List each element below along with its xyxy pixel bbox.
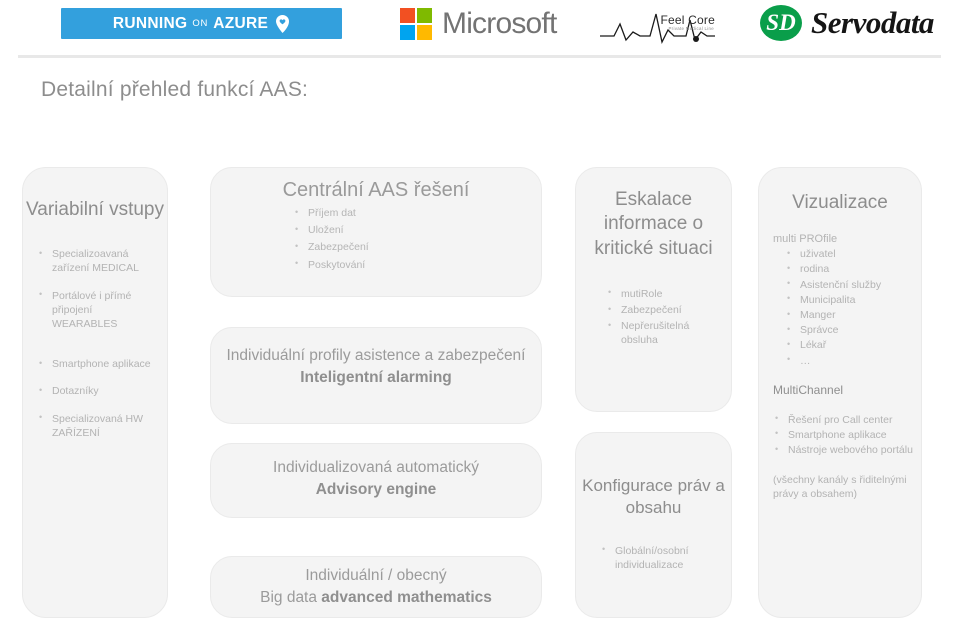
servodata-wordmark: Servodata <box>811 5 934 40</box>
feel-core-tagline: Private Medical Line <box>668 26 714 31</box>
box-bigdata-line2: Big data advanced mathematics <box>211 587 541 609</box>
box-advisory-engine: Individualizovaná automatický Advisory e… <box>210 443 542 518</box>
running-on-azure-badge: RUNNING ON AZURE <box>61 8 342 39</box>
list-item: Globální/osobní individualizace <box>600 543 723 572</box>
microsoft-logo: Microsoft <box>400 8 557 40</box>
list-item: Uložení <box>293 223 541 237</box>
feel-core-logo: Feel Core Private Medical Line <box>600 6 715 46</box>
panel-config-list: Globální/osobní individualizace <box>600 543 723 572</box>
list-item: Portálové i přímé připojení WEARABLES <box>37 288 157 332</box>
slide-canvas: RUNNING ON AZURE Microsoft Feel Core Pri… <box>0 0 959 626</box>
list-item: Smartphone aplikace <box>37 357 157 371</box>
multi-profile-list: uživatel rodina Asistenční služby Munici… <box>785 247 913 367</box>
panel-visual-title: Vizualizace <box>792 192 888 213</box>
panel-variable-inputs: Variabilní vstupy Specializoavaná zaříze… <box>22 167 168 618</box>
multichannel-heading: MultiChannel <box>773 382 844 397</box>
panel-configuration: Konfigurace práv a obsahu Globální/osobn… <box>575 432 732 618</box>
box-central-aas-solution: Centrální AAS řešení Příjem dat Uložení … <box>210 167 542 297</box>
feel-core-wordmark: Feel Core <box>660 13 715 27</box>
multichannel-list: Řešení pro Call center Smartphone aplika… <box>773 412 913 458</box>
box-assistance-profiles: Individuální profily asistence a zabezpe… <box>210 327 542 424</box>
panel-escalation: Eskalace informace o kritické situaci mu… <box>575 167 732 412</box>
list-item: Zabezpečení <box>293 240 541 254</box>
box-advisory-line1: Individualizovaná automatický <box>273 459 479 476</box>
list-item: Municipalita <box>785 292 913 307</box>
azure-badge-word-azure: AZURE <box>213 14 269 32</box>
panel-escalation-title: Eskalace informace o kritické situaci <box>594 189 713 259</box>
list-item: … <box>785 353 913 368</box>
box-bigdata-line2-normal: Big data <box>260 589 322 607</box>
list-item: mutiRole <box>606 286 723 301</box>
box-bigdata-text: Individuální / obecný Big data advanced … <box>211 565 541 610</box>
panel-inputs-title: Variabilní vstupy <box>26 199 164 220</box>
box-advisory-line2: Advisory engine <box>315 481 437 499</box>
azure-badge-word-on: ON <box>192 18 209 29</box>
list-item: Dotazníky <box>37 384 157 398</box>
servodata-mark-icon: SD <box>760 5 802 41</box>
page-title: Detailní přehled funkcí AAS: <box>41 78 309 101</box>
list-item: Zabezpečení <box>606 303 723 317</box>
box-bigdata-line1: Individuální / obecný <box>305 567 447 584</box>
list-item: Manger <box>785 307 913 322</box>
multi-profile-heading: multi PROfile <box>773 233 838 246</box>
list-item: Správce <box>785 323 913 337</box>
location-pin-heart-icon <box>275 14 290 33</box>
box-central-list: Příjem dat Uložení Zabezpečení Poskytová… <box>293 205 541 272</box>
list-item: Nástroje webového portálu <box>773 443 913 457</box>
list-item: uživatel <box>785 247 913 261</box>
list-item: Smartphone aplikace <box>773 427 913 442</box>
visualization-note: (všechny kanály s řiditelnými právy a ob… <box>773 474 907 501</box>
box-bigdata-line2-bold: advanced mathematics <box>321 589 492 607</box>
list-item: Lékař <box>785 338 913 352</box>
list-item: Specializoavaná zařízení MEDICAL <box>37 247 157 275</box>
microsoft-squares-icon <box>400 8 432 40</box>
box-profiles-line2: Inteligentní alarming <box>300 369 452 387</box>
box-profiles-text: Individuální profily asistence a zabezpe… <box>211 345 541 390</box>
panel-inputs-list: Specializoavaná zařízení MEDICAL Portálo… <box>37 247 157 440</box>
list-item: Řešení pro Call center <box>773 412 913 427</box>
list-item: Nepřerušitelná obsluha <box>606 319 723 347</box>
microsoft-wordmark: Microsoft <box>442 7 557 40</box>
box-profiles-line1: Individuální profily asistence a zabezpe… <box>226 347 526 364</box>
list-item: Specializovaná HW ZAŘÍZENÍ <box>37 411 157 440</box>
box-big-data: Individuální / obecný Big data advanced … <box>210 556 542 618</box>
panel-visualization: Vizualizace multi PROfile uživatel rodin… <box>758 167 922 618</box>
list-item: Příjem dat <box>293 205 541 220</box>
list-item: rodina <box>785 262 913 276</box>
panel-config-title: Konfigurace práv a obsahu <box>582 476 725 517</box>
box-central-title: Centrální AAS řešení <box>282 179 470 201</box>
header-logo-bar: RUNNING ON AZURE Microsoft Feel Core Pri… <box>0 0 959 58</box>
header-divider <box>18 55 941 58</box>
list-item: Asistenční služby <box>785 277 913 292</box>
azure-badge-word-running: RUNNING <box>112 14 188 32</box>
list-item: Poskytování <box>293 257 541 272</box>
box-advisory-text: Individualizovaná automatický Advisory e… <box>211 457 541 502</box>
panel-escalation-list: mutiRole Zabezpečení Nepřerušitelná obsl… <box>606 286 723 348</box>
servodata-logo: SD Servodata <box>760 5 934 41</box>
